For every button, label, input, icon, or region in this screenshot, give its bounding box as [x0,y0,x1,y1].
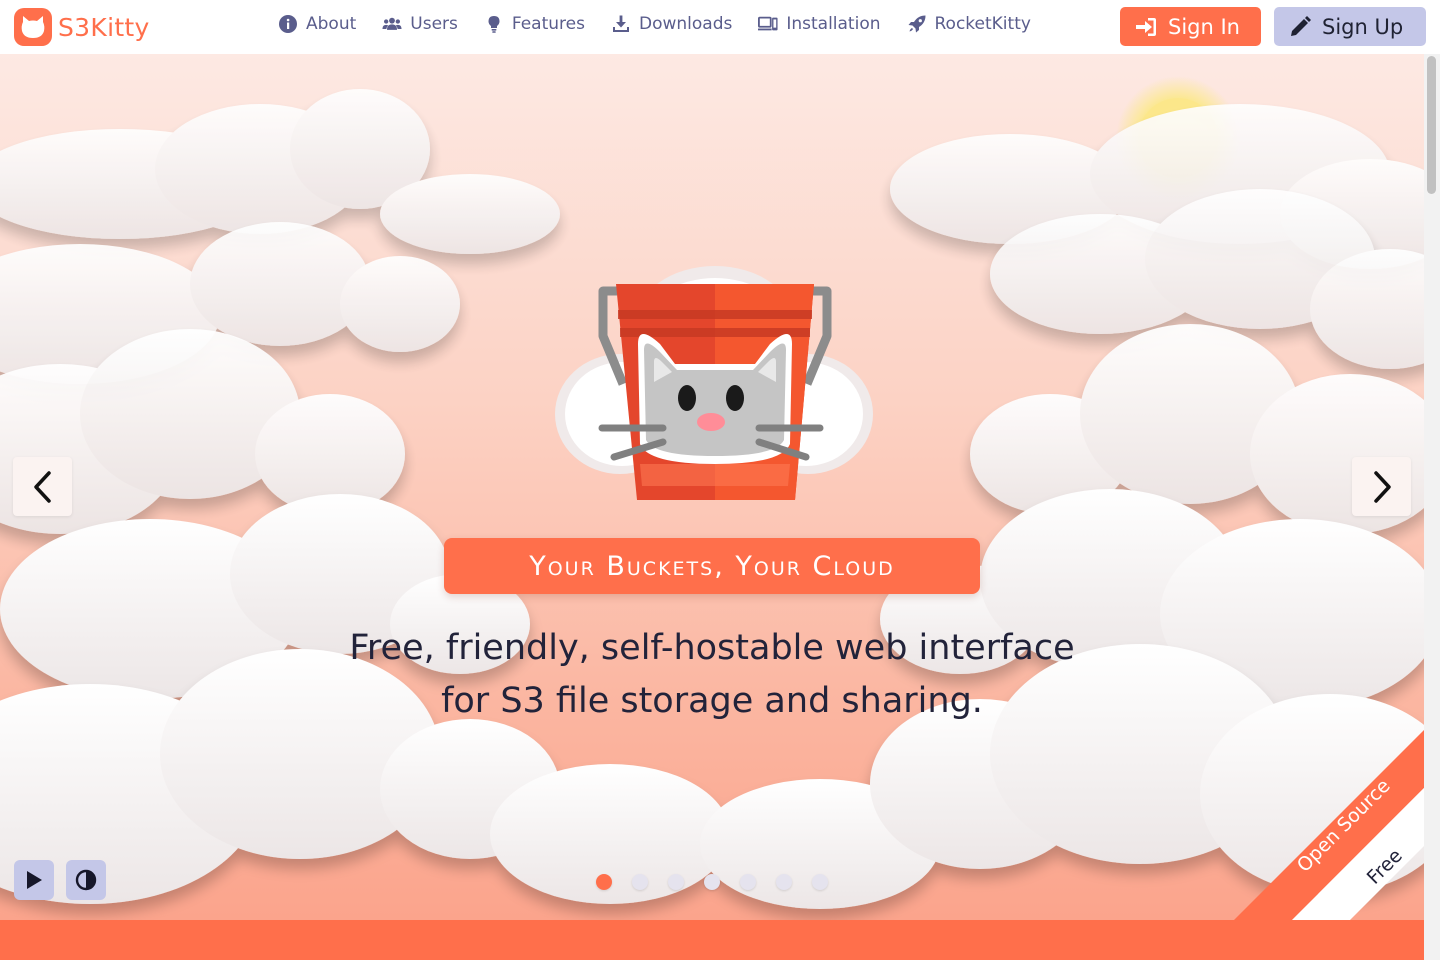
carousel-dot-6[interactable] [776,874,792,890]
nav-rocketkitty-label: RocketKitty [934,14,1031,34]
carousel-pagination [596,874,828,890]
carousel-dot-5[interactable] [740,874,756,890]
carousel-dot-7[interactable] [812,874,828,890]
nav-installation[interactable]: Installation [758,14,881,34]
hero-subtitle-line-2: for S3 file storage and sharing. [441,681,983,721]
chevron-right-icon [1373,470,1391,503]
carousel-prev-button[interactable] [13,457,72,516]
carousel-dot-4[interactable] [704,874,720,890]
main-menu: About Users Features Downloads Installat… [278,14,1031,34]
next-section-strip [0,920,1424,960]
play-icon [27,871,42,889]
nav-about[interactable]: About [278,14,356,34]
autoplay-button[interactable] [14,860,54,900]
nav-features[interactable]: Features [484,14,585,34]
sign-up-label: Sign Up [1322,14,1404,39]
pencil-icon [1291,15,1311,36]
nav-users[interactable]: Users [382,14,458,34]
hero-carousel: Your Buckets, Your Cloud Free, friendly,… [0,54,1424,920]
page-scrollbar[interactable] [1424,54,1440,960]
contrast-icon [75,869,97,891]
rocket-icon [908,15,925,33]
info-icon [279,15,297,33]
devices-icon [758,16,778,31]
sign-up-button[interactable]: Sign Up [1274,7,1426,46]
sign-in-icon [1136,17,1156,36]
top-navbar: S3Kitty About Users Features Downloads I… [0,0,1440,54]
scrollbar-thumb[interactable] [1427,56,1436,194]
nav-rocketkitty[interactable]: RocketKitty [907,14,1031,34]
hero-subtitle-line-1: Free, friendly, self-hostable web interf… [349,628,1075,668]
sign-in-button[interactable]: Sign In [1120,7,1261,46]
carousel-dot-3[interactable] [668,874,684,890]
theme-toggle-button[interactable] [66,860,106,900]
brand-name: S3Kitty [58,12,150,42]
users-icon [382,17,402,30]
download-icon [612,15,629,32]
kitty-bucket-illustration [555,266,873,500]
hero-subtitle: Free, friendly, self-hostable web interf… [262,622,1162,728]
sign-in-label: Sign In [1168,14,1240,39]
chevron-left-icon [33,470,51,503]
nav-downloads[interactable]: Downloads [611,14,732,34]
carousel-dot-2[interactable] [632,874,648,890]
nav-users-label: Users [410,14,458,34]
lightbulb-icon [488,16,500,33]
nav-downloads-label: Downloads [638,14,733,34]
nav-installation-label: Installation [786,14,881,34]
nav-features-label: Features [511,14,585,34]
nav-about-label: About [306,14,357,34]
hero-tagline: Your Buckets, Your Cloud [444,538,980,594]
cat-logo-icon [14,8,52,46]
open-source-ribbon: Open Source Free [1234,730,1424,920]
carousel-dot-1[interactable] [596,874,612,890]
carousel-next-button[interactable] [1352,457,1411,516]
brand-logo[interactable]: S3Kitty [14,8,150,46]
